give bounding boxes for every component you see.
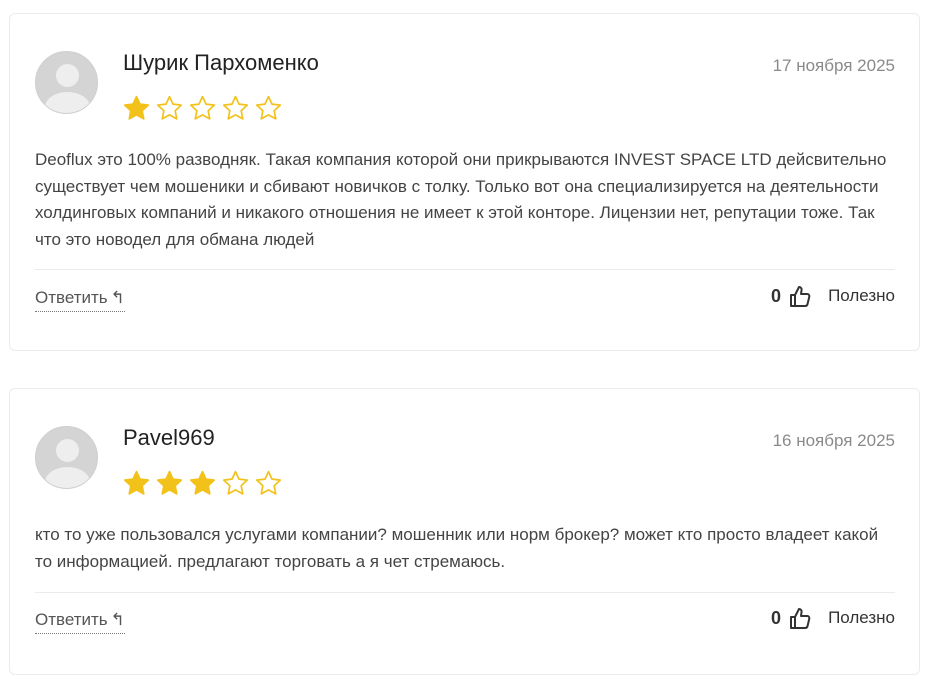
review-date: 17 ноября 2025 (772, 56, 895, 75)
reply-label: Ответить (35, 288, 108, 307)
star-empty-icon (254, 469, 283, 498)
helpful-count: 0 (771, 607, 782, 628)
star-empty-icon (221, 94, 250, 123)
helpful-label: Полезно (828, 286, 895, 305)
star-empty-icon (221, 469, 250, 498)
reply-button[interactable]: Ответить ↰ (35, 288, 125, 312)
star-filled-icon (155, 469, 184, 498)
user-placeholder-icon (35, 426, 98, 489)
divider (35, 592, 895, 593)
reply-arrow-icon: ↰ (110, 288, 125, 307)
review-author: Шурик Пархоменко (123, 50, 319, 75)
review-text: Deoflux это 100% разводняк. Такая компан… (35, 150, 887, 249)
reply-arrow-icon: ↰ (110, 610, 125, 629)
review-date: 16 ноября 2025 (772, 431, 895, 450)
helpful-count: 0 (771, 285, 782, 306)
star-empty-icon (254, 94, 283, 123)
reply-button[interactable]: Ответить ↰ (35, 610, 125, 634)
star-filled-icon (122, 94, 151, 123)
helpful-section: 0 Полезно (771, 284, 895, 308)
thumbs-up-icon[interactable] (789, 284, 811, 308)
star-rating (122, 94, 283, 123)
star-filled-icon (188, 469, 217, 498)
user-placeholder-icon (35, 51, 98, 114)
review-author: Pavel969 (123, 425, 215, 450)
divider (35, 269, 895, 270)
review-card: Шурик Пархоменко 17 ноября 2025 Deoflux … (9, 13, 920, 351)
star-rating (122, 469, 283, 498)
review-card: Pavel969 16 ноября 2025 кто то уже польз… (9, 388, 920, 675)
star-empty-icon (155, 94, 184, 123)
helpful-label: Полезно (828, 608, 895, 627)
star-empty-icon (188, 94, 217, 123)
thumbs-up-icon[interactable] (789, 606, 811, 630)
reply-label: Ответить (35, 610, 108, 629)
star-filled-icon (122, 469, 151, 498)
helpful-section: 0 Полезно (771, 606, 895, 630)
review-text: кто то уже пользовался услугами компании… (35, 525, 879, 571)
